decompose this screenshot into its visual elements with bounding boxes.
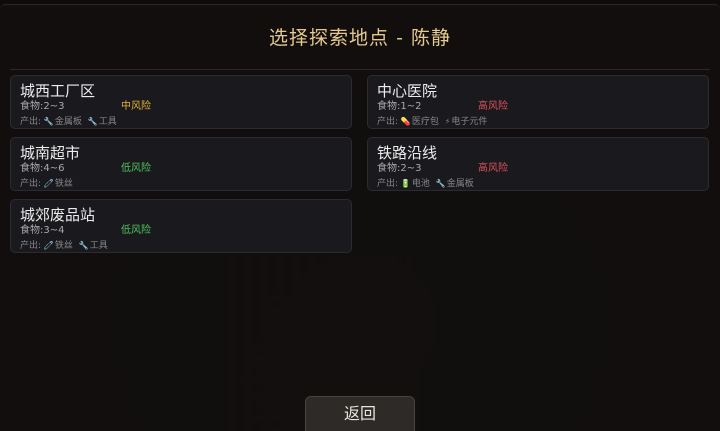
output-item: ⚡电子元件 (444, 117, 488, 127)
output-item: 🔧金属板 (435, 179, 474, 189)
wrench-icon: 🔧 (78, 241, 89, 250)
wrench-icon: 🔧 (87, 117, 98, 126)
lightning-icon: ⚡ (444, 117, 451, 126)
battery-icon: 🔋 (400, 179, 411, 188)
location-card-railway[interactable]: 铁路沿线 食物:2~3 高风险 产出: 🔋电池 🔧金属板 (367, 137, 709, 191)
pill-icon: 💊 (400, 117, 411, 126)
location-name: 中心医院 (377, 82, 438, 100)
location-card-central-hospital[interactable]: 中心医院 食物:1~2 高风险 产出: 💊医疗包 ⚡电子元件 (367, 75, 709, 129)
back-button[interactable]: 返回 (305, 396, 415, 431)
food-range: 食物:3~4 (20, 225, 65, 236)
output-list: 产出: 🔧金属板 🔧工具 (20, 117, 117, 127)
output-list: 产出: 💊医疗包 ⚡电子元件 (377, 117, 488, 127)
output-item: 🧷铁丝 (43, 241, 73, 251)
output-list: 产出: 🧷铁丝 (20, 179, 73, 189)
panel-title: 选择探索地点 - 陈静 (269, 27, 451, 49)
output-item: 🔧工具 (87, 117, 117, 127)
risk-badge: 中风险 (121, 101, 151, 112)
output-item: 🔧工具 (78, 241, 108, 251)
risk-badge: 低风险 (121, 225, 151, 236)
output-item: 🔋电池 (400, 179, 430, 189)
location-card-suburb-scrapyard[interactable]: 城郊废品站 食物:3~4 低风险 产出: 🧷铁丝 🔧工具 (10, 199, 352, 253)
location-card-west-factory[interactable]: 城西工厂区 食物:2~3 中风险 产出: 🔧金属板 🔧工具 (10, 75, 352, 129)
output-item: 💊医疗包 (400, 117, 439, 127)
location-card-south-supermarket[interactable]: 城南超市 食物:4~6 低风险 产出: 🧷铁丝 (10, 137, 352, 191)
location-name: 铁路沿线 (377, 144, 438, 162)
game-screen: 选择探索地点 - 陈静 城西工厂区 食物:2~3 中风险 产出: 🔧金属板 🔧工… (0, 0, 720, 431)
title-divider (10, 69, 710, 70)
output-list: 产出: 🧷铁丝 🔧工具 (20, 241, 108, 251)
food-range: 食物:2~3 (377, 163, 422, 174)
location-name: 城西工厂区 (20, 82, 96, 100)
food-range: 食物:2~3 (20, 101, 65, 112)
wrench-icon: 🔧 (43, 117, 54, 126)
wire-icon: 🧷 (43, 241, 54, 250)
location-name: 城南超市 (20, 144, 81, 162)
food-range: 食物:1~2 (377, 101, 422, 112)
output-item: 🧷铁丝 (43, 179, 73, 189)
output-list: 产出: 🔋电池 🔧金属板 (377, 179, 474, 189)
wrench-icon: 🔧 (435, 179, 446, 188)
output-item: 🔧金属板 (43, 117, 82, 127)
food-range: 食物:4~6 (20, 163, 65, 174)
wire-icon: 🧷 (43, 179, 54, 188)
risk-badge: 低风险 (121, 163, 151, 174)
risk-badge: 高风险 (478, 163, 508, 174)
location-name: 城郊废品站 (20, 206, 96, 224)
location-select-panel: 选择探索地点 - 陈静 城西工厂区 食物:2~3 中风险 产出: 🔧金属板 🔧工… (0, 4, 720, 431)
risk-badge: 高风险 (478, 101, 508, 112)
